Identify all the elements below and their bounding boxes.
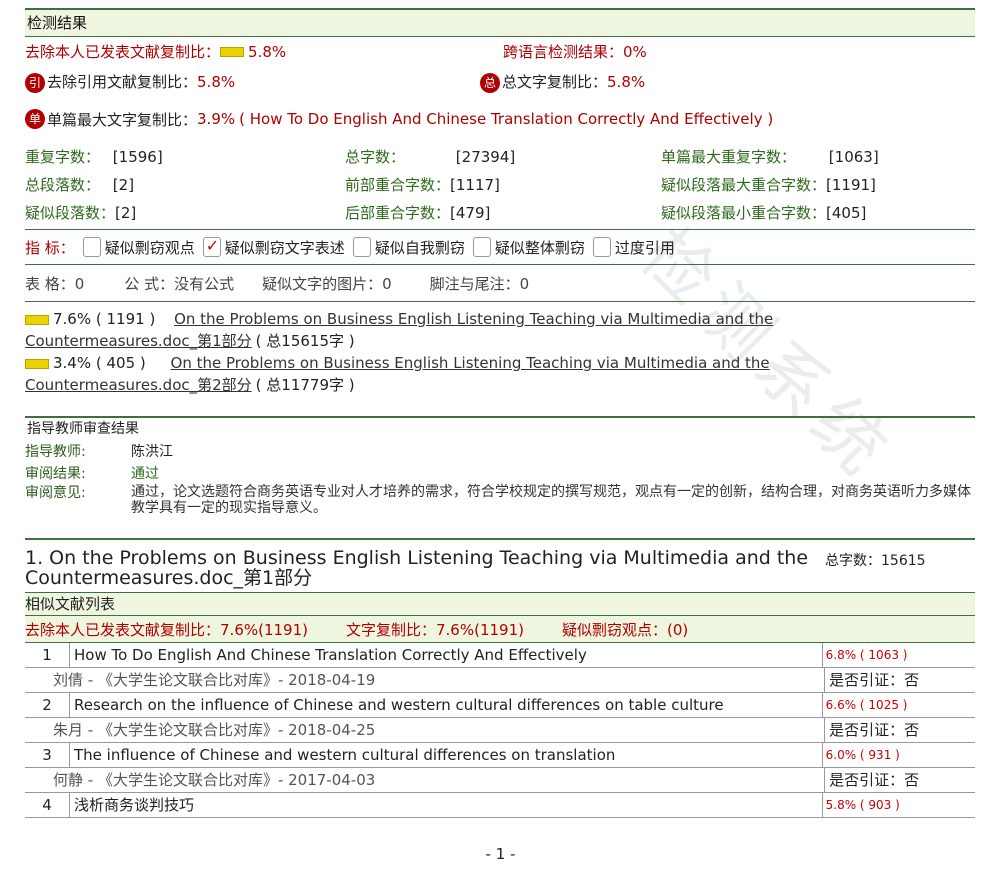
summary-view: 疑似剽窃观点：(0): [562, 620, 689, 639]
stat-item: 单篇最大重复字数： [1063]: [661, 148, 879, 166]
stat-item: 前部重合字数：[1117]: [345, 176, 500, 194]
misc-table: 表 格：0: [25, 274, 85, 293]
ratio-bar-icon: [25, 314, 49, 325]
review-section: 指导教师审查结果 指导教师: 陈洪江 审阅结果: 通过 审阅意见: 通过，论文选题符合…: [25, 416, 975, 516]
similar-title[interactable]: Research on the influence of Chinese and…: [70, 696, 724, 714]
stat-item: 疑似段落最小重合字数：[405]: [661, 204, 867, 222]
cross-value: 0%: [623, 42, 647, 61]
self-row: 去除本人已发表文献复制比： 5.8% 跨语言检测结果：0%: [25, 37, 975, 65]
single-row: 单单篇最大文字复制比： 3.9%( How To Do English And C…: [25, 99, 975, 139]
total-badge-icon: 总: [480, 72, 500, 93]
similar-title[interactable]: The influence of Chinese and western cul…: [70, 746, 615, 764]
similar-pct: 6.0% ( 931 ): [821, 743, 975, 768]
result-label: 审阅结果:: [25, 466, 86, 482]
similar-title[interactable]: 浅析商务谈判技巧: [70, 796, 194, 814]
similar-list: 1 How To Do English And Chinese Translati…: [25, 643, 975, 818]
single-label: 单篇最大文字复制比：: [47, 110, 198, 129]
stat-item: 后部重合字数：[479]: [345, 204, 491, 222]
part-link[interactable]: On the Problems on Business English List…: [171, 354, 770, 372]
section1-total: 总字数：15615: [825, 553, 926, 569]
stat-item: 总段落数： [2]: [25, 176, 135, 194]
indicator-checkbox[interactable]: [472, 237, 491, 257]
misc-image: 疑似文字的图片：0: [262, 274, 392, 293]
similar-pct: 6.6% ( 1025 ): [821, 693, 975, 718]
similar-meta: 朱月 - 《大学生论文联合比对库》- 2018-04-25: [25, 718, 825, 743]
list-header: 相似文献列表: [25, 592, 975, 616]
total-value: 5.8%: [607, 73, 646, 92]
ratio-bar-icon: [25, 358, 49, 369]
stat-item: 疑似段落最大重合字数：[1191]: [661, 176, 876, 194]
report: 检测结果 去除本人已发表文献复制比： 5.8% 跨语言检测结果：0% 引去除引用文…: [25, 8, 975, 818]
result-value: 通过: [131, 466, 159, 482]
part-link[interactable]: Countermeasures.doc_第2部分: [25, 376, 252, 394]
single-badge-icon: 单: [25, 109, 45, 129]
indicator-checkbox-checked[interactable]: [202, 236, 221, 257]
indicator-checkbox[interactable]: [592, 237, 611, 257]
section1-title: 1. On the Problems on Business English L…: [25, 547, 809, 589]
part-item: 3.4% ( 405 ) On the Problems on Business…: [25, 354, 770, 394]
ratio-bar-icon: [220, 47, 245, 57]
page-number: - 1 -: [485, 845, 516, 863]
similar-pct: 6.8% ( 1063 ): [821, 643, 975, 668]
similar-item: 4 浅析商务谈判技巧 5.8% ( 903 ): [25, 793, 975, 818]
teacher-label: 指导教师:: [25, 444, 86, 460]
detect-header: 检测结果: [25, 10, 975, 37]
indicators-label: 指 标：: [25, 238, 75, 257]
similar-cite: 是否引证：否: [824, 668, 975, 693]
similar-cite: 是否引证：否: [824, 768, 975, 793]
cite-badge-icon: 引: [25, 72, 45, 93]
cross-label: 跨语言检测结果：: [503, 42, 624, 61]
summary-text: 文字复制比：7.6%(1191): [346, 620, 524, 639]
opinion-label: 审阅意见:: [25, 485, 86, 501]
summary-row: 去除本人已发表文献复制比：7.6%(1191) 文字复制比：7.6%(1191)…: [25, 616, 975, 643]
cite-label: 去除引用文献复制比：: [47, 73, 198, 92]
summary-self: 去除本人已发表文献复制比：7.6%(1191): [25, 620, 308, 639]
misc-footnote: 脚注与尾注：0: [429, 274, 530, 293]
self-value: 5.8%: [248, 42, 287, 61]
stat-item: 总字数： [27394]: [345, 148, 516, 166]
single-title: ( How To Do English And Chinese Translat…: [239, 110, 774, 128]
similar-pct: 5.8% ( 903 ): [821, 793, 975, 818]
section1: 1. On the Problems on Business English L…: [25, 538, 975, 818]
cite-row: 引去除引用文献复制比：5.8% 总总文字复制比：5.8%: [25, 65, 975, 99]
part-link[interactable]: On the Problems on Business English List…: [174, 310, 773, 328]
stat-item: 重复字数： [1596]: [25, 148, 163, 166]
similar-item: 2 Research on the influence of Chinese an…: [25, 693, 975, 718]
total-label: 总文字复制比：: [502, 73, 608, 92]
detect-section: 检测结果 去除本人已发表文献复制比： 5.8% 跨语言检测结果：0% 引去除引用文…: [25, 8, 975, 396]
part-link[interactable]: Countermeasures.doc_第1部分: [25, 332, 252, 350]
cite-value: 5.8%: [197, 73, 236, 92]
stat-item: 疑似段落数：[2]: [25, 204, 137, 222]
self-label: 去除本人已发表文献复制比：: [25, 42, 221, 61]
teacher-name: 陈洪江: [131, 444, 173, 460]
misc-formula: 公 式：没有公式: [124, 274, 235, 293]
indicator-checkbox[interactable]: [82, 237, 101, 257]
opinion-text: 通过，论文选题符合商务英语专业对人才培养的需求，符合学校规定的撰写规范，观点有一…: [131, 484, 971, 516]
indicators-row: 指 标： 疑似剽窃观点 疑似剽窃文字表述 疑似自我剽窃 疑似整体剽窃 过度引用: [25, 230, 975, 265]
stats-grid: 重复字数： [1596] 总字数： [27394] 单篇最大重复字数： [106…: [25, 139, 975, 230]
parts-list: 7.6% ( 1191 ) On the Problems on Busines…: [25, 302, 975, 396]
similar-item: 3 The influence of Chinese and western cu…: [25, 743, 975, 768]
similar-meta: 刘倩 - 《大学生论文联合比对库》- 2018-04-19: [25, 668, 825, 693]
similar-title[interactable]: How To Do English And Chinese Translatio…: [70, 646, 587, 664]
indicator-checkbox[interactable]: [352, 237, 371, 257]
similar-item: 1 How To Do English And Chinese Translati…: [25, 643, 975, 668]
similar-cite: 是否引证：否: [824, 718, 975, 743]
similar-meta: 何静 - 《大学生论文联合比对库》- 2017-04-03: [25, 768, 825, 793]
review-header: 指导教师审查结果: [27, 421, 139, 437]
part-item: 7.6% ( 1191 ) On the Problems on Busines…: [25, 310, 774, 350]
single-value: 3.9%: [197, 110, 236, 128]
misc-row: 表 格：0 公 式：没有公式 疑似文字的图片：0 脚注与尾注：0: [25, 265, 975, 302]
